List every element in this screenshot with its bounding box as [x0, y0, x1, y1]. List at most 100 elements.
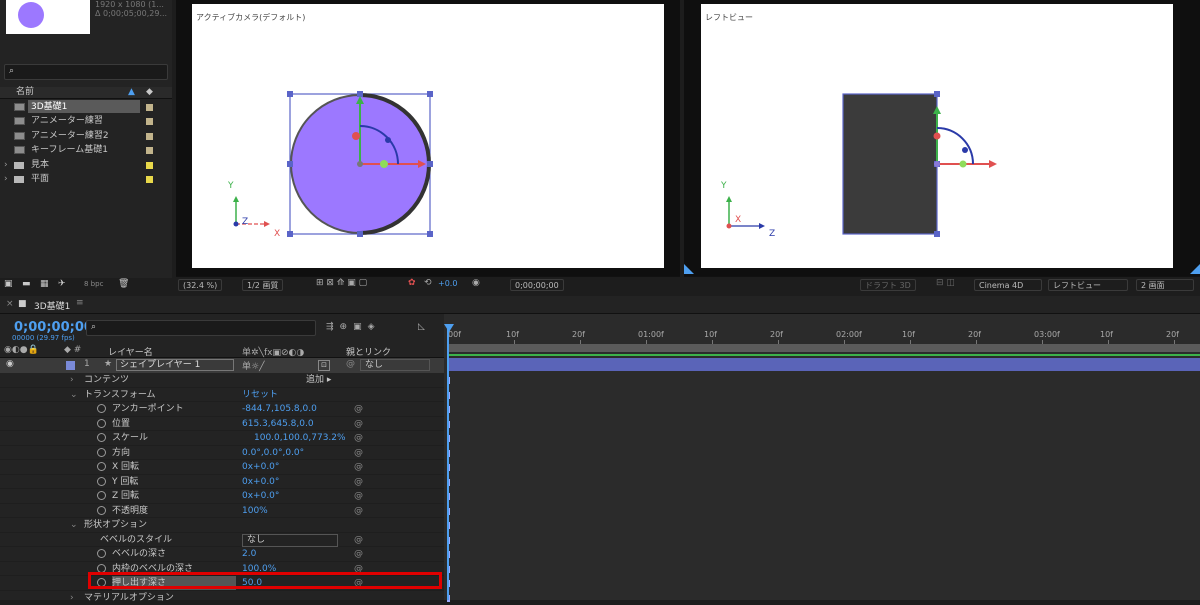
property-row[interactable]: 方向0.0°,0.0°,0.0°@ [0, 446, 444, 461]
stopwatch-icon[interactable] [97, 448, 106, 457]
3d-ground-icon[interactable]: ⊟ ◫ [936, 278, 955, 288]
project-search-input[interactable]: ⌕ [4, 64, 168, 80]
project-item-comp[interactable]: 3D基礎1 [0, 100, 172, 114]
exposure-value[interactable]: +0.0 [438, 279, 457, 288]
project-item-folder[interactable]: ›見本 [0, 158, 172, 172]
label-swatch[interactable] [146, 162, 153, 169]
snapshot-icon[interactable]: ◉ [472, 278, 480, 288]
flowchart-icon[interactable]: ✈ [58, 279, 66, 289]
project-item-comp[interactable]: アニメーター練習2 [0, 129, 172, 143]
expression-pickwhip-icon[interactable]: @ [354, 533, 363, 547]
new-comp-icon[interactable]: ▦ [40, 279, 49, 289]
layer-switch-toggles[interactable]: 单☼╱ [242, 359, 265, 372]
expression-pickwhip-icon[interactable]: @ [354, 402, 363, 416]
property-row[interactable]: ベベルの深さ2.0@ [0, 547, 444, 562]
property-value[interactable]: -844.7,105.8,0.0 [242, 402, 317, 416]
tab-3d-kiso-1[interactable]: 3D基礎1 [34, 299, 70, 312]
zoom-dropdown[interactable]: (32.4 %) [178, 279, 222, 291]
expression-pickwhip-icon[interactable]: @ [354, 547, 363, 561]
timeline-switch-icons[interactable]: ⇶⊕▣◈ [326, 322, 381, 332]
property-row[interactable]: ⌄形状オプション [0, 518, 444, 533]
property-row[interactable]: ›マテリアルオプション [0, 591, 444, 605]
expression-pickwhip-icon[interactable]: @ [354, 489, 363, 503]
close-icon[interactable]: × [6, 299, 14, 309]
layer-row[interactable]: ◉ 1 ★ シェイプレイヤー 1 单☼╱ ⊡ @ なし [0, 358, 444, 373]
project-item-comp[interactable]: アニメーター練習 [0, 114, 172, 128]
property-row[interactable]: ›コンテンツ追加 ▸ [0, 373, 444, 388]
expression-pickwhip-icon[interactable]: @ [354, 417, 363, 431]
viewer1-canvas[interactable]: アクティブカメラ(デフォルト) Y Z [192, 4, 664, 268]
expression-pickwhip-icon[interactable]: @ [354, 475, 363, 489]
property-value[interactable]: 2.0 [242, 547, 256, 561]
label-swatch[interactable] [146, 176, 153, 183]
layer-name[interactable]: シェイプレイヤー 1 [116, 359, 234, 371]
expand-caret-icon[interactable]: › [70, 591, 74, 605]
property-value[interactable]: 615.3,645.8,0.0 [242, 417, 314, 431]
property-row[interactable]: ⌄トランスフォームリセット [0, 388, 444, 403]
view-layout-dropdown[interactable]: 2 画面 [1136, 279, 1194, 291]
expression-pickwhip-icon[interactable]: @ [354, 460, 363, 474]
property-row[interactable]: 位置615.3,645.8,0.0@ [0, 417, 444, 432]
3d-layer-toggle[interactable]: ⊡ [318, 360, 330, 371]
expression-pickwhip-icon[interactable]: @ [354, 431, 363, 445]
expand-icon[interactable]: › [4, 172, 8, 186]
property-value[interactable]: リセット [242, 388, 278, 402]
property-value[interactable]: 0x+0.0° [242, 489, 279, 503]
property-row[interactable]: ベベルのスタイルなし@ [0, 533, 444, 548]
left-view-viewer[interactable]: レフトビュー Y X Z [684, 0, 1200, 276]
property-value[interactable]: 0x+0.0° [242, 475, 279, 489]
stopwatch-icon[interactable] [97, 477, 106, 486]
property-row[interactable]: Y 回転0x+0.0°@ [0, 475, 444, 490]
channel-icon[interactable]: ✿ [408, 278, 416, 288]
property-row[interactable]: Z 回転0x+0.0°@ [0, 489, 444, 504]
stopwatch-icon[interactable] [97, 549, 106, 558]
stopwatch-icon[interactable] [97, 491, 106, 500]
property-value[interactable]: 0x+0.0° [242, 460, 279, 474]
property-row[interactable]: スケール100.0,100.0,773.2%@ [0, 431, 444, 446]
label-swatch[interactable] [146, 118, 153, 125]
property-value[interactable]: 100% [242, 504, 268, 518]
label-swatch[interactable] [146, 133, 153, 140]
time-ruler[interactable]: 00f10f20f01:00f10f20f02:00f10f20f03:00f1… [444, 324, 1200, 346]
interpret-footage-icon[interactable]: ▣ [4, 279, 13, 289]
playhead[interactable] [447, 324, 449, 600]
visibility-icon[interactable]: ◉ [6, 359, 14, 369]
property-value[interactable]: 100.0,100.0,773.2% [254, 431, 346, 445]
trash-icon[interactable]: 🗑 [118, 279, 129, 289]
layer-label-color[interactable] [66, 361, 75, 370]
stopwatch-icon[interactable] [97, 462, 106, 471]
label-tag-icon[interactable]: ◆ [146, 87, 153, 97]
draft-3d-button[interactable]: ドラフト 3D [860, 279, 916, 291]
timeline-search-input[interactable]: ⌕ [86, 320, 316, 336]
viewer-timecode[interactable]: 0;00;00;00 [510, 279, 564, 291]
project-item-folder[interactable]: ›平面 [0, 172, 172, 186]
view-toggles-icon[interactable]: ⊞ ⊠ ⟰ ▣ ▢ [316, 278, 367, 288]
project-item-comp[interactable]: キーフレーム基礎1 [0, 143, 172, 157]
bit-depth-button[interactable]: 8 bpc [84, 280, 103, 288]
expand-icon[interactable]: › [4, 158, 8, 172]
exposure-reset-icon[interactable]: ⟲ [424, 278, 432, 288]
expand-caret-icon[interactable]: ⌄ [70, 388, 78, 402]
work-area-bar[interactable] [448, 344, 1200, 352]
current-time-display[interactable]: 0;00;00;00 [14, 320, 93, 335]
parent-dropdown[interactable]: なし [360, 359, 430, 371]
expand-caret-icon[interactable]: › [70, 373, 74, 387]
column-name-label[interactable]: 名前 [16, 87, 34, 98]
layer-duration-bar[interactable] [448, 358, 1200, 371]
playhead-handle[interactable] [444, 324, 454, 332]
viewer2-canvas[interactable]: レフトビュー Y X Z [701, 4, 1173, 268]
stopwatch-icon[interactable] [97, 404, 106, 413]
add-content-button[interactable]: 追加 ▸ [306, 373, 331, 387]
resolution-dropdown[interactable]: 1/2 画質 [242, 279, 283, 291]
new-folder-icon[interactable]: ▬ [22, 279, 31, 289]
label-swatch[interactable] [146, 147, 153, 154]
property-row[interactable]: X 回転0x+0.0°@ [0, 460, 444, 475]
menu-icon[interactable]: ≡ [76, 298, 84, 308]
property-row[interactable]: 不透明度100%@ [0, 504, 444, 519]
timeline-track-area[interactable]: 00f10f20f01:00f10f20f02:00f10f20f03:00f1… [444, 314, 1200, 600]
pickwhip-icon[interactable]: @ [346, 359, 355, 369]
renderer-dropdown[interactable]: Cinema 4D [974, 279, 1042, 291]
stopwatch-icon[interactable] [97, 419, 106, 428]
property-value[interactable]: なし [242, 534, 338, 547]
label-swatch[interactable] [146, 104, 153, 111]
